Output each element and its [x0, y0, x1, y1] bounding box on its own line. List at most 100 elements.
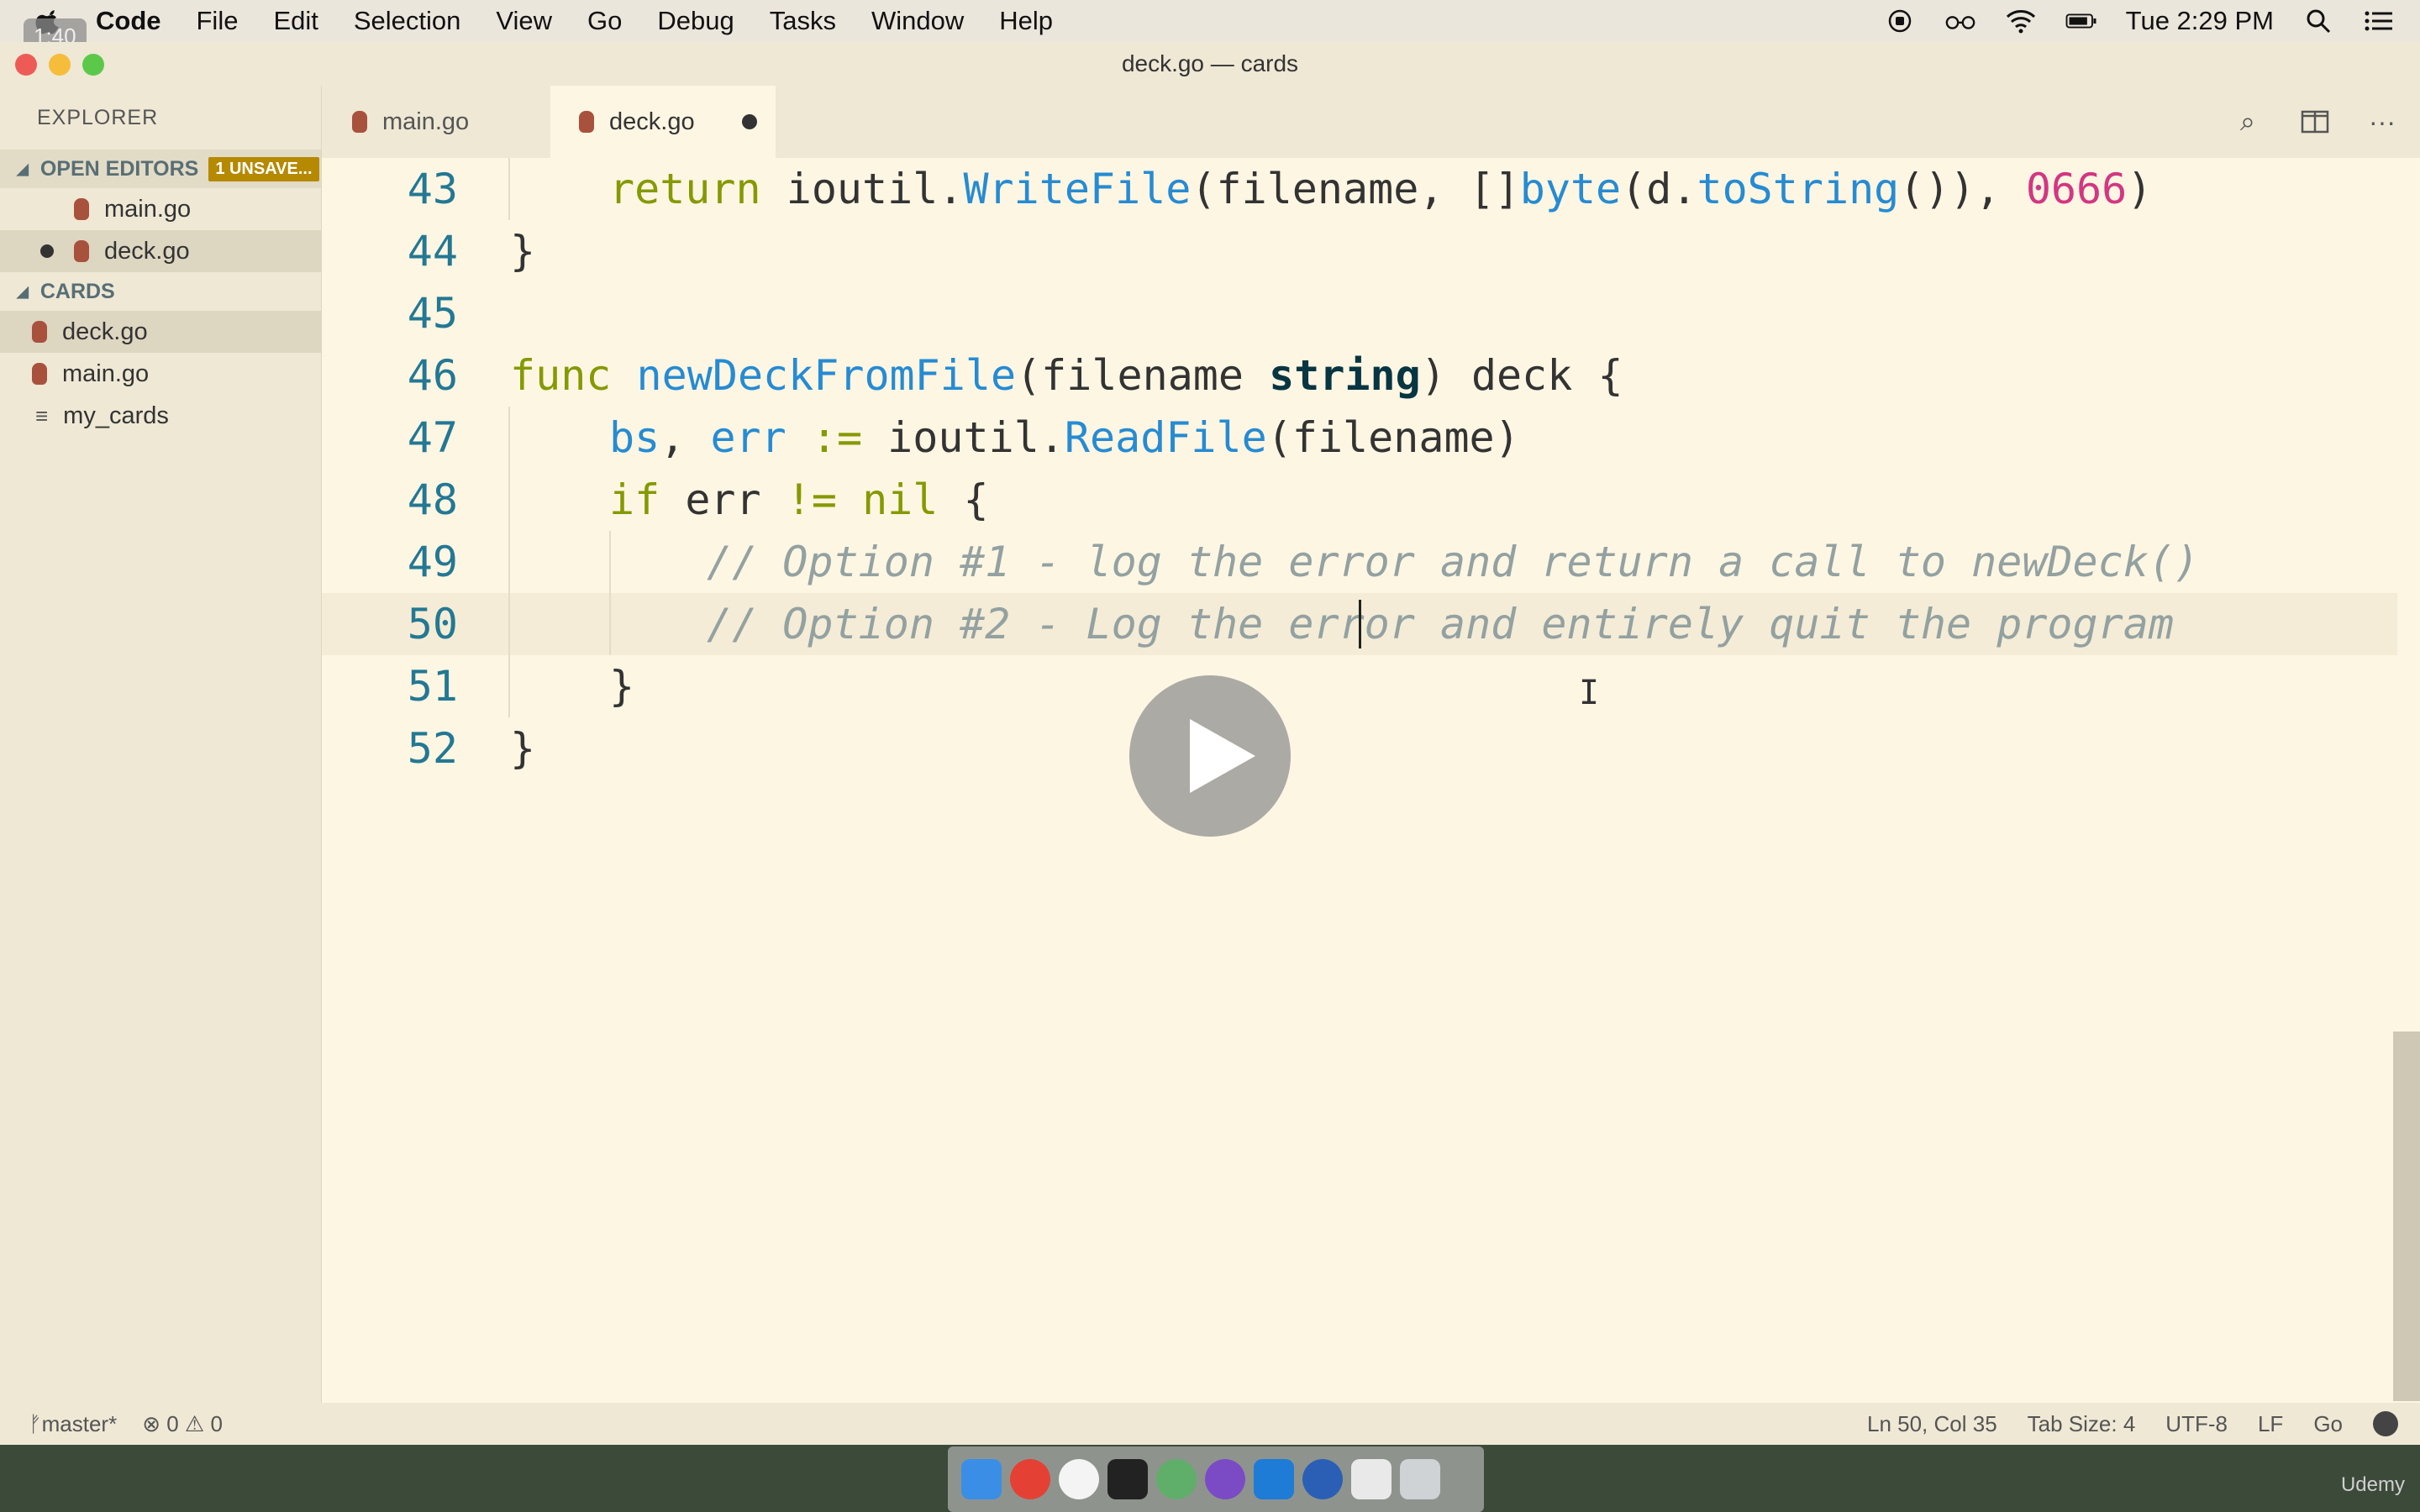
menu-go[interactable]: Go	[587, 6, 622, 36]
more-actions-icon[interactable]: ···	[2368, 107, 2396, 137]
editor-actions: ⌕ ···	[2233, 106, 2396, 137]
trash-icon[interactable]	[1400, 1459, 1440, 1499]
unsaved-dot-icon[interactable]	[741, 114, 757, 129]
notification-center-icon[interactable]	[2363, 8, 2395, 34]
chrome-icon[interactable]	[1010, 1459, 1050, 1499]
udemy-watermark: Udemy	[2340, 1473, 2405, 1496]
wifi-icon[interactable]	[2005, 8, 2037, 34]
emoji-app-icon[interactable]	[1059, 1459, 1099, 1499]
text-file-icon: ≡	[35, 402, 49, 428]
line-number: 43	[407, 165, 458, 213]
problems-indicator[interactable]: ⊗ 0 ⚠ 0	[142, 1411, 223, 1437]
warning-icon: ⚠	[184, 1410, 205, 1436]
go-file-icon	[352, 111, 367, 133]
file-my-cards[interactable]: ≡ my_cards	[0, 395, 321, 437]
open-editor-deck-go[interactable]: deck.go	[0, 230, 321, 272]
menu-window[interactable]: Window	[871, 6, 964, 36]
line-number: 44	[407, 227, 458, 276]
unsaved-dot-icon[interactable]	[40, 244, 54, 258]
video-play-button[interactable]	[1129, 675, 1291, 837]
code-text: }	[609, 662, 635, 711]
code-text: return ioutil.WriteFile(filename, []byte…	[609, 165, 2153, 213]
go-file-icon	[32, 363, 47, 385]
go-file-icon	[74, 240, 89, 262]
line-number: 47	[407, 413, 458, 462]
code-editor[interactable]: 43 return ioutil.WriteFile(filename, []b…	[322, 158, 2420, 1445]
error-icon: ⊗	[142, 1410, 160, 1436]
menu-debug[interactable]: Debug	[657, 6, 734, 36]
spotlight-search-icon[interactable]	[2302, 8, 2334, 34]
menu-tasks[interactable]: Tasks	[770, 6, 836, 36]
line-number: 51	[407, 662, 458, 711]
file-encoding[interactable]: UTF-8	[2165, 1411, 2228, 1437]
editor-tab-bar: main.go deck.go ⌕ ···	[322, 86, 2420, 158]
indent-guide	[609, 531, 611, 655]
menu-app-code[interactable]: Code	[96, 6, 161, 36]
close-window-button[interactable]	[15, 54, 37, 76]
pen-app-icon[interactable]	[1205, 1459, 1245, 1499]
maximize-window-button[interactable]	[82, 54, 104, 76]
open-preview-icon[interactable]: ⌕	[2233, 106, 2262, 136]
menu-edit[interactable]: Edit	[273, 6, 318, 36]
end-of-line[interactable]: LF	[2258, 1411, 2283, 1437]
tab-deck-go[interactable]: deck.go	[550, 86, 776, 158]
vscode-icon[interactable]	[1254, 1459, 1294, 1499]
code-line: 45	[322, 282, 2397, 344]
line-number: 52	[407, 724, 458, 773]
menubar-clock[interactable]: Tue 2:29 PM	[2126, 6, 2274, 36]
cards-folder-section[interactable]: ◢ CARDS	[0, 272, 321, 311]
file-label: deck.go	[62, 318, 148, 345]
cursor-position[interactable]: Ln 50, Col 35	[1867, 1411, 1997, 1437]
menu-selection[interactable]: Selection	[354, 6, 461, 36]
menu-view[interactable]: View	[496, 6, 552, 36]
line-number: 49	[407, 538, 458, 586]
line-number: 48	[407, 475, 458, 524]
screen-record-icon[interactable]	[1884, 8, 1916, 34]
tab-size[interactable]: Tab Size: 4	[2028, 1411, 2136, 1437]
battery-icon[interactable]	[2065, 8, 2097, 34]
open-editor-main-go[interactable]: main.go	[0, 188, 321, 230]
unsaved-badge: 1 UNSAVE...	[208, 156, 319, 181]
code-text: }	[510, 724, 536, 773]
open-editor-label: main.go	[104, 195, 192, 223]
split-editor-icon[interactable]	[2301, 108, 2329, 136]
network-app-icon[interactable]	[1156, 1459, 1197, 1499]
code-text: func newDeckFromFile(filename string) de…	[510, 351, 1623, 400]
code-line: 47 bs, err := ioutil.ReadFile(filename)	[322, 407, 2397, 469]
menu-help[interactable]: Help	[999, 6, 1053, 36]
cards-folder-label: CARDS	[39, 279, 115, 303]
status-bar: ᚠmaster* ⊗ 0 ⚠ 0 Ln 50, Col 35 Tab Size:…	[0, 1403, 2420, 1445]
menu-file[interactable]: File	[197, 6, 239, 36]
macos-menubar: Code File Edit Selection View Go Debug T…	[0, 0, 2420, 42]
tab-label: main.go	[382, 108, 470, 135]
git-branch[interactable]: ᚠmaster*	[29, 1411, 117, 1437]
code-line: 51 }	[322, 655, 2397, 717]
file-main-go[interactable]: main.go	[0, 353, 321, 395]
glasses-icon[interactable]	[1944, 8, 1976, 34]
terminal-icon[interactable]	[1107, 1459, 1148, 1499]
traffic-lights	[15, 54, 104, 76]
code-text: bs, err := ioutil.ReadFile(filename)	[609, 413, 1520, 462]
code-comment: // Option #2 - Log the error and entirel…	[707, 600, 2174, 648]
feedback-smiley-icon[interactable]	[2373, 1411, 2398, 1436]
language-mode[interactable]: Go	[2313, 1411, 2343, 1437]
window-titlebar: deck.go — cards	[0, 42, 2420, 86]
line-number: 45	[407, 289, 458, 338]
collapse-triangle-icon: ◢	[17, 282, 29, 300]
documents-icon[interactable]	[1351, 1459, 1392, 1499]
finder-icon[interactable]	[961, 1459, 1002, 1499]
go-file-icon	[32, 321, 47, 343]
quicktime-icon[interactable]	[1302, 1459, 1343, 1499]
line-number: 46	[407, 351, 458, 400]
file-deck-go[interactable]: deck.go	[0, 311, 321, 353]
macos-dock	[948, 1446, 1484, 1512]
vertical-scrollbar[interactable]	[2393, 1032, 2420, 1401]
text-cursor	[1359, 600, 1361, 648]
code-line: 46 func newDeckFromFile(filename string)…	[322, 344, 2397, 407]
open-editors-section[interactable]: ◢ OPEN EDITORS 1 UNSAVE...	[0, 150, 321, 188]
tab-main-go[interactable]: main.go	[322, 86, 549, 158]
minimize-window-button[interactable]	[49, 54, 71, 76]
tab-label: deck.go	[609, 108, 695, 135]
file-label: my_cards	[63, 402, 169, 429]
file-label: main.go	[62, 360, 150, 387]
